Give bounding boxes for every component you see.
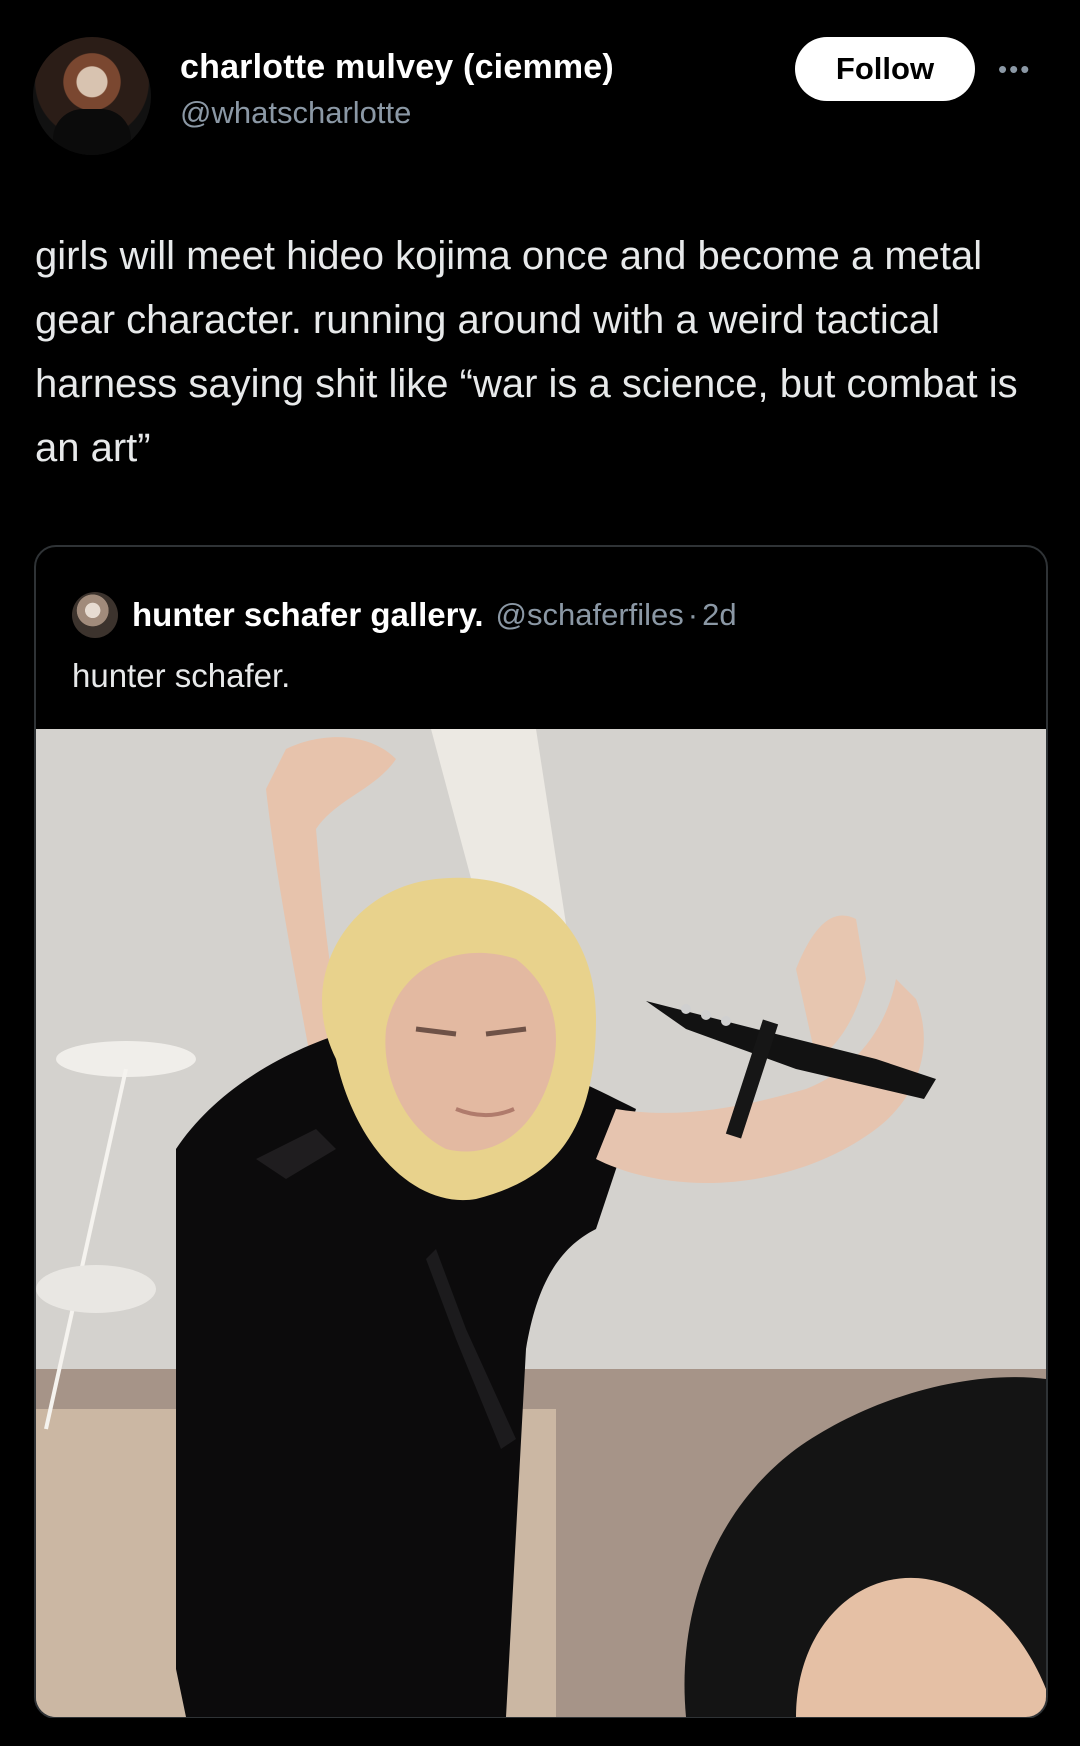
author-handle[interactable]: @whatscharlotte xyxy=(180,95,614,131)
quoted-post-time[interactable]: 2d xyxy=(702,597,736,633)
post-header: charlotte mulvey (ciemme) @whatscharlott… xyxy=(30,34,1050,155)
bottom-edge xyxy=(0,1718,1080,1746)
quoted-post-card[interactable]: hunter schafer gallery. @schaferfiles · … xyxy=(34,545,1048,1719)
quoted-author-display-name[interactable]: hunter schafer gallery. xyxy=(132,596,484,634)
author-avatar[interactable] xyxy=(33,37,151,155)
author-display-name[interactable]: charlotte mulvey (ciemme) xyxy=(180,48,614,87)
quoted-author-avatar[interactable] xyxy=(72,592,118,638)
post-text: girls will meet hideo kojima once and be… xyxy=(35,234,1018,470)
quoted-post-text: hunter schafer. xyxy=(72,657,291,694)
quoted-author-handle[interactable]: @schaferfiles xyxy=(496,597,684,633)
follow-button[interactable]: Follow xyxy=(795,37,975,101)
quoted-post-photo[interactable] xyxy=(36,729,1046,1717)
separator-dot: · xyxy=(687,597,699,632)
more-horizontal-icon[interactable]: ••• xyxy=(998,54,1042,84)
author-info[interactable]: charlotte mulvey (ciemme) @whatscharlott… xyxy=(180,48,614,131)
quoted-post-header: hunter schafer gallery. @schaferfiles · … xyxy=(72,592,737,638)
photo-illustration xyxy=(36,729,1046,1717)
